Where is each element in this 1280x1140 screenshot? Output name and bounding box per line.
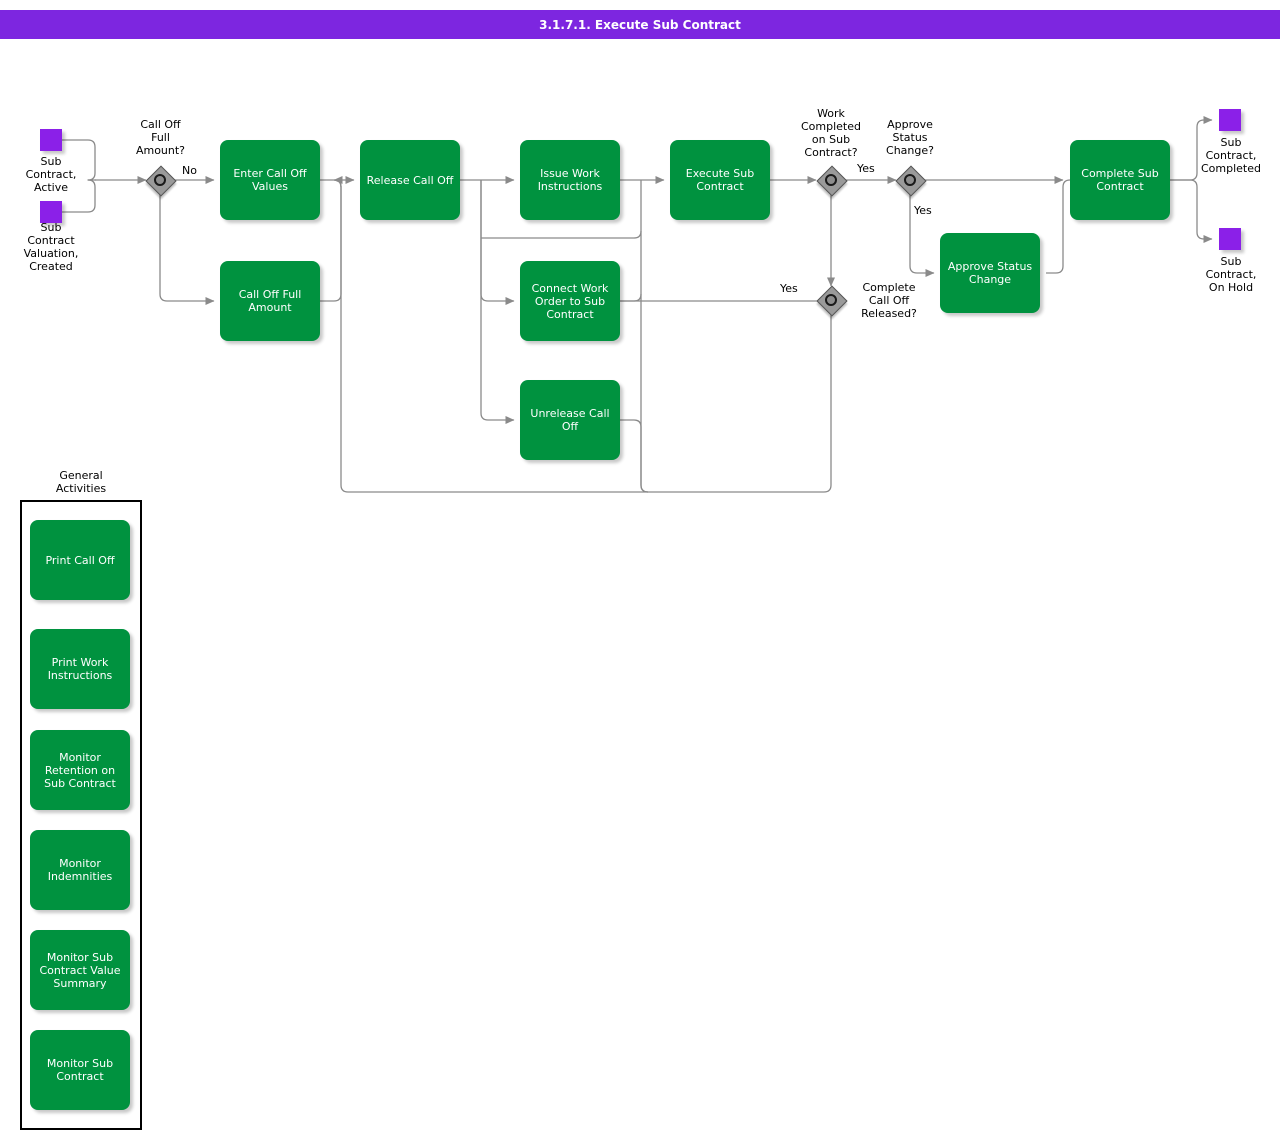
gateway-label-approve-status-change: Approve Status Change? <box>862 118 958 157</box>
gateway-label-call-off-full-amount: Call Off Full Amount? <box>113 118 208 157</box>
start-event-label-sub-contract-valuation-created: Sub Contract Valuation, Created <box>5 221 97 273</box>
general-activity-monitor-indemnities[interactable]: Monitor Indemnities <box>30 830 130 910</box>
general-activity-print-work-instructions[interactable]: Print Work Instructions <box>30 629 130 709</box>
activity-label-release-call-off: Release Call Off <box>367 174 454 187</box>
activity-enter-call-off-values[interactable]: Enter Call Off Values <box>220 140 320 220</box>
general-activity-monitor-sub-contract-value-summary[interactable]: Monitor Sub Contract Value Summary <box>30 930 130 1010</box>
activity-release-call-off[interactable]: Release Call Off <box>360 140 460 220</box>
page-title: 3.1.7.1. Execute Sub Contract <box>539 18 741 32</box>
gateway-complete-call-off-released[interactable] <box>817 286 845 314</box>
general-activity-label-monitor-sub-contract-value-summary: Monitor Sub Contract Value Summary <box>39 951 120 990</box>
start-event-sub-contract-valuation-created[interactable] <box>40 201 62 223</box>
activity-label-execute-sub-contract: Execute Sub Contract <box>686 167 754 193</box>
activity-issue-work-instructions[interactable]: Issue Work Instructions <box>520 140 620 220</box>
header-banner: 3.1.7.1. Execute Sub Contract <box>0 10 1280 39</box>
activity-unrelease-call-off[interactable]: Unrelease Call Off <box>520 380 620 460</box>
activity-label-enter-call-off-values: Enter Call Off Values <box>233 167 306 193</box>
general-activity-label-monitor-retention-on-sub-contract: Monitor Retention on Sub Contract <box>44 751 116 790</box>
edge-label-yes-complete-call-off-released: Yes <box>780 282 798 295</box>
activity-label-call-off-full-amount: Call Off Full Amount <box>239 288 302 314</box>
activity-label-issue-work-instructions: Issue Work Instructions <box>538 167 603 193</box>
general-activity-label-print-work-instructions: Print Work Instructions <box>48 656 113 682</box>
gateway-approve-status-change[interactable] <box>896 166 924 194</box>
activity-connect-work-order-to-sub-contract[interactable]: Connect Work Order to Sub Contract <box>520 261 620 341</box>
activity-execute-sub-contract[interactable]: Execute Sub Contract <box>670 140 770 220</box>
activity-label-complete-sub-contract: Complete Sub Contract <box>1081 167 1158 193</box>
edge-label-yes-approve-status-change: Yes <box>914 204 932 217</box>
start-event-label-sub-contract-active: Sub Contract, Active <box>5 155 97 194</box>
activity-label-approve-status-change: Approve Status Change <box>948 260 1032 286</box>
gateway-circle-icon <box>825 174 837 186</box>
gateway-label-complete-call-off-released: Complete Call Off Released? <box>849 281 929 320</box>
gateway-call-off-full-amount[interactable] <box>146 166 174 194</box>
general-activity-monitor-sub-contract[interactable]: Monitor Sub Contract <box>30 1030 130 1110</box>
edge-label-yes-work-completed: Yes <box>857 162 875 175</box>
activity-complete-sub-contract[interactable]: Complete Sub Contract <box>1070 140 1170 220</box>
diagram-canvas: 3.1.7.1. Execute Sub Contract <box>0 0 1280 1140</box>
activity-label-unrelease-call-off: Unrelease Call Off <box>530 407 609 433</box>
general-activity-label-print-call-off: Print Call Off <box>45 554 114 567</box>
general-activity-label-monitor-sub-contract: Monitor Sub Contract <box>47 1057 113 1083</box>
general-activity-label-monitor-indemnities: Monitor Indemnities <box>48 857 113 883</box>
start-event-sub-contract-active[interactable] <box>40 129 62 151</box>
activity-call-off-full-amount[interactable]: Call Off Full Amount <box>220 261 320 341</box>
gateway-work-completed-on-sub-contract[interactable] <box>817 166 845 194</box>
general-activities-title: General Activities <box>20 469 142 495</box>
end-event-label-sub-contract-completed: Sub Contract, Completed <box>1185 136 1277 175</box>
general-activity-monitor-retention-on-sub-contract[interactable]: Monitor Retention on Sub Contract <box>30 730 130 810</box>
end-event-sub-contract-on-hold[interactable] <box>1219 228 1241 250</box>
gateway-circle-icon <box>154 174 166 186</box>
end-event-label-sub-contract-on-hold: Sub Contract, On Hold <box>1185 255 1277 294</box>
general-activity-print-call-off[interactable]: Print Call Off <box>30 520 130 600</box>
activity-label-connect-work-order-to-sub-contract: Connect Work Order to Sub Contract <box>532 282 609 321</box>
activity-approve-status-change[interactable]: Approve Status Change <box>940 233 1040 313</box>
edge-label-no-call-off-full-amount: No <box>182 164 197 177</box>
gateway-circle-icon <box>904 174 916 186</box>
end-event-sub-contract-completed[interactable] <box>1219 109 1241 131</box>
gateway-circle-icon <box>825 294 837 306</box>
